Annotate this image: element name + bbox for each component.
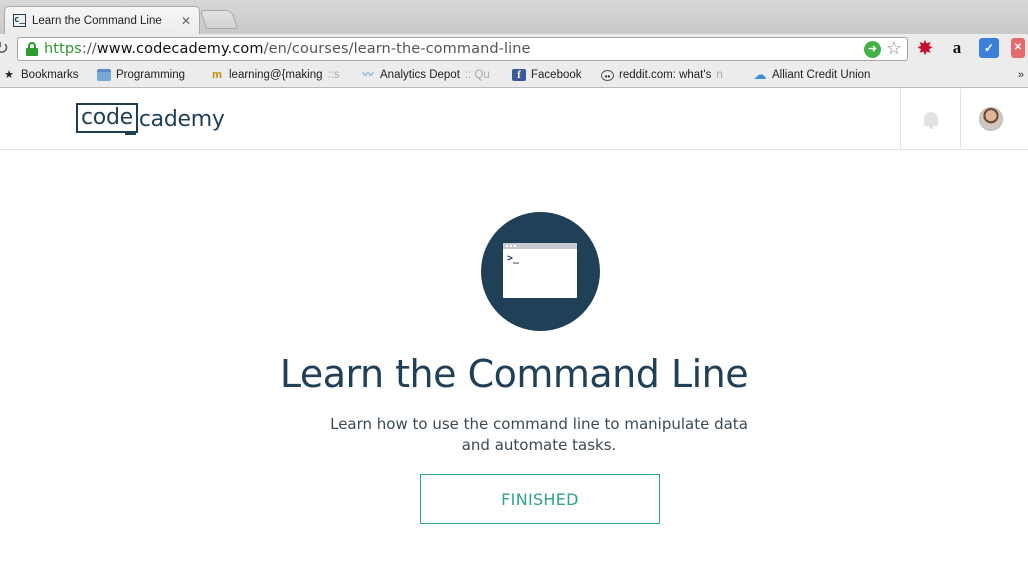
bell-icon	[923, 112, 938, 129]
evernote-extension-icon[interactable]: ➜	[864, 41, 881, 58]
bookmarks-bar: ★ Bookmarks Programming m learning@{maki…	[0, 64, 1028, 88]
bookmark-alliant[interactable]: ☁ Alliant Credit Union	[753, 67, 871, 82]
facebook-icon: f	[512, 69, 526, 81]
amazon-extension-icon[interactable]: a	[947, 38, 967, 58]
folder-icon	[97, 69, 111, 81]
check-extension-icon[interactable]: ✓	[979, 38, 999, 58]
lock-icon	[26, 42, 38, 56]
bookmark-programming[interactable]: Programming	[97, 69, 185, 81]
bookmark-learning[interactable]: m learning@{making::s	[210, 69, 340, 81]
terminal-course-icon: >_	[481, 212, 600, 331]
browser-tab[interactable]: c_ Learn the Command Line ✕	[4, 6, 200, 34]
bookmark-reddit[interactable]: •• reddit.com: what's n	[601, 69, 723, 81]
burst-extension-icon[interactable]: ✸	[915, 38, 935, 58]
new-tab-button[interactable]	[199, 10, 239, 29]
codecademy-favicon-icon: c_	[13, 14, 26, 27]
bookmarks-overflow-icon[interactable]: »	[1018, 69, 1024, 81]
tab-title: Learn the Command Line	[32, 14, 162, 27]
reload-icon[interactable]: ↻	[0, 38, 9, 59]
prompt-glyph: >_	[507, 253, 520, 264]
logo-code: code	[76, 103, 138, 133]
url-text: https://www.codecademy.com/en/courses/le…	[44, 41, 531, 57]
bookmark-star-icon[interactable]: ☆	[886, 38, 902, 59]
finished-button[interactable]: FINISHED	[420, 474, 660, 524]
m-icon: m	[212, 69, 222, 81]
notifications-button[interactable]	[900, 89, 960, 149]
codecademy-logo[interactable]: code cademy	[76, 103, 225, 135]
browser-toolbar: ↻ https://www.codecademy.com/en/courses/…	[0, 34, 1028, 64]
course-title: Learn the Command Line	[279, 352, 749, 396]
browser-tabstrip: c_ Learn the Command Line ✕	[0, 0, 1028, 34]
bookmark-bookmarks[interactable]: ★ Bookmarks	[2, 69, 78, 81]
tab-close-icon[interactable]: ✕	[181, 14, 191, 28]
logo-cademy: cademy	[124, 107, 225, 135]
star-icon: ★	[4, 69, 14, 81]
avatar	[978, 107, 1003, 131]
terminal-window-icon: >_	[503, 243, 577, 298]
lastpass-extension-icon[interactable]: ✕	[1011, 38, 1025, 58]
bookmark-analytics-depot[interactable]: 〰 Analytics Depot:: Qu	[361, 69, 490, 81]
reddit-icon: ••	[601, 69, 614, 81]
site-header: code cademy	[0, 89, 1028, 150]
bookmark-facebook[interactable]: f Facebook	[512, 69, 582, 81]
course-description: Learn how to use the command line to man…	[330, 415, 748, 454]
address-bar[interactable]: https://www.codecademy.com/en/courses/le…	[17, 37, 908, 61]
extension-icons: ✸ a ✓ ✕	[915, 38, 1025, 58]
profile-menu-button[interactable]	[960, 89, 1020, 149]
chart-icon: 〰	[362, 69, 374, 81]
alliant-icon: ☁	[753, 67, 767, 82]
